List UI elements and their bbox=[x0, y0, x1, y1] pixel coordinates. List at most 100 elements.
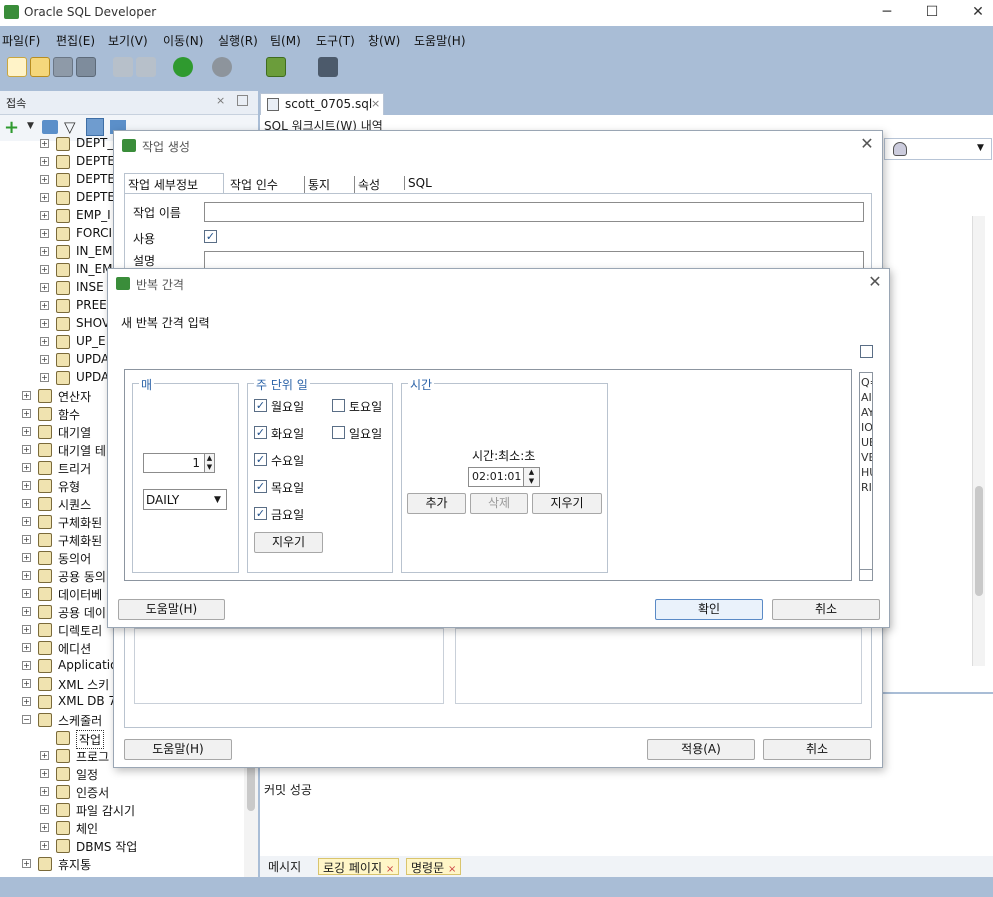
expand-icon[interactable]: + bbox=[40, 211, 49, 220]
minimize-panel-icon[interactable] bbox=[237, 95, 248, 106]
new-icon[interactable] bbox=[7, 57, 27, 77]
expand-icon[interactable]: + bbox=[40, 139, 49, 148]
redo-icon[interactable] bbox=[136, 57, 156, 77]
tab-statements[interactable]: 명령문 × bbox=[406, 858, 462, 875]
tab-sql[interactable]: SQL bbox=[404, 176, 432, 190]
close-tab-icon[interactable]: × bbox=[371, 97, 380, 110]
expand-icon[interactable]: + bbox=[40, 319, 49, 328]
expand-icon[interactable]: + bbox=[40, 751, 49, 760]
expand-icon[interactable]: + bbox=[40, 823, 49, 832]
expand-icon[interactable]: + bbox=[40, 301, 49, 310]
connection-select[interactable]: ▼ bbox=[884, 138, 992, 160]
chevron-down-icon[interactable]: ▼ bbox=[27, 121, 34, 131]
tab-job-details[interactable]: 작업 세부정보 bbox=[124, 173, 224, 193]
every-input[interactable]: 1 bbox=[143, 453, 205, 473]
expand-icon[interactable]: + bbox=[22, 409, 31, 418]
help-button[interactable]: 도움말(H) bbox=[118, 599, 225, 620]
frequency-select[interactable]: DAILY ▼ bbox=[143, 489, 227, 510]
add-time-button[interactable]: 추가 bbox=[407, 493, 466, 514]
close-panel-icon[interactable]: × bbox=[216, 94, 225, 107]
expand-icon[interactable]: + bbox=[40, 355, 49, 364]
saturday-checkbox[interactable] bbox=[332, 399, 345, 412]
expand-icon[interactable]: + bbox=[22, 499, 31, 508]
expand-icon[interactable]: + bbox=[22, 859, 31, 868]
clear-days-button[interactable]: 지우기 bbox=[254, 532, 323, 553]
enabled-checkbox[interactable]: ✓ bbox=[204, 230, 217, 243]
interval-option-checkbox[interactable] bbox=[860, 345, 873, 358]
expand-icon[interactable]: + bbox=[22, 427, 31, 436]
time-stepper[interactable]: ▲ ▼ bbox=[523, 467, 540, 487]
menu-view[interactable]: 보기(V) bbox=[108, 32, 148, 49]
expand-icon[interactable]: + bbox=[22, 535, 31, 544]
maximize-button[interactable]: ☐ bbox=[921, 2, 943, 22]
tab-notification[interactable]: 통지 bbox=[304, 176, 330, 193]
expand-icon[interactable]: + bbox=[40, 157, 49, 166]
clear-time-button[interactable]: 지우기 bbox=[532, 493, 602, 514]
tab-scott-sql[interactable]: scott_0705.sql × bbox=[260, 93, 384, 115]
expand-icon[interactable]: + bbox=[22, 697, 31, 706]
expand-icon[interactable]: + bbox=[22, 463, 31, 472]
preview-scroll-button[interactable] bbox=[860, 569, 872, 579]
back-icon[interactable] bbox=[173, 57, 193, 77]
close-window-button[interactable]: ✕ bbox=[967, 2, 989, 22]
expand-icon[interactable]: + bbox=[22, 661, 31, 670]
apply-button[interactable]: 적용(A) bbox=[647, 739, 755, 760]
expand-icon[interactable]: + bbox=[40, 283, 49, 292]
expand-icon[interactable]: + bbox=[22, 391, 31, 400]
menu-team[interactable]: 팀(M) bbox=[270, 32, 301, 49]
delete-time-button[interactable]: 삭제 bbox=[470, 493, 528, 514]
editor-scroll-thumb[interactable] bbox=[975, 486, 983, 596]
expand-icon[interactable]: + bbox=[40, 841, 49, 850]
friday-checkbox[interactable]: ✓ bbox=[254, 507, 267, 520]
menu-file[interactable]: 파일(F) bbox=[2, 32, 40, 49]
schema-browser-icon[interactable] bbox=[86, 118, 104, 136]
editor-text-area[interactable] bbox=[882, 216, 972, 676]
expand-icon[interactable]: + bbox=[22, 571, 31, 580]
expand-icon[interactable]: + bbox=[22, 517, 31, 526]
monday-checkbox[interactable]: ✓ bbox=[254, 399, 267, 412]
expand-icon[interactable]: + bbox=[40, 787, 49, 796]
expand-icon[interactable]: + bbox=[22, 643, 31, 652]
expand-icon[interactable]: + bbox=[22, 589, 31, 598]
expand-icon[interactable]: + bbox=[40, 175, 49, 184]
help-button[interactable]: 도움말(H) bbox=[124, 739, 232, 760]
find-icon[interactable] bbox=[318, 57, 338, 77]
thursday-checkbox[interactable]: ✓ bbox=[254, 480, 267, 493]
menu-navigate[interactable]: 이동(N) bbox=[163, 32, 203, 49]
forward-icon[interactable] bbox=[212, 57, 232, 77]
interval-preview-list[interactable]: Q= AI AY IO UE VE HU RI bbox=[859, 372, 873, 581]
save-all-icon[interactable] bbox=[76, 57, 96, 77]
time-input[interactable]: 02:01:01 bbox=[468, 467, 524, 487]
wednesday-checkbox[interactable]: ✓ bbox=[254, 453, 267, 466]
menu-tools[interactable]: 도구(T) bbox=[316, 32, 355, 49]
expand-icon[interactable]: + bbox=[22, 445, 31, 454]
menu-run[interactable]: 실행(R) bbox=[218, 32, 258, 49]
menu-edit[interactable]: 편집(E) bbox=[56, 32, 95, 49]
open-icon[interactable] bbox=[30, 57, 50, 77]
expand-icon[interactable]: + bbox=[40, 337, 49, 346]
expand-icon[interactable]: + bbox=[40, 265, 49, 274]
filter-icon[interactable]: ▽ bbox=[64, 118, 76, 136]
tab-job-arguments[interactable]: 작업 인수 bbox=[230, 176, 278, 193]
tuesday-checkbox[interactable]: ✓ bbox=[254, 426, 267, 439]
expand-icon[interactable]: + bbox=[22, 679, 31, 688]
ok-button[interactable]: 확인 bbox=[655, 599, 763, 620]
tree-item[interactable]: + 파일 감시기 bbox=[0, 801, 258, 819]
undo-icon[interactable] bbox=[113, 57, 133, 77]
every-stepper[interactable]: ▲ ▼ bbox=[204, 453, 215, 473]
minimize-button[interactable]: ─ bbox=[876, 2, 898, 22]
tab-messages[interactable]: 메시지 bbox=[264, 858, 305, 875]
expand-icon[interactable]: + bbox=[40, 373, 49, 382]
cancel-button[interactable]: 취소 bbox=[763, 739, 871, 760]
expand-icon[interactable]: + bbox=[40, 229, 49, 238]
job-name-input[interactable] bbox=[204, 202, 864, 222]
tree-item[interactable]: + 휴지통 bbox=[0, 855, 258, 873]
tree-item[interactable]: + 인증서 bbox=[0, 783, 258, 801]
close-icon[interactable]: ✕ bbox=[866, 273, 884, 291]
editor-scrollbar[interactable] bbox=[972, 216, 985, 666]
expand-icon[interactable]: + bbox=[22, 481, 31, 490]
close-icon[interactable]: ✕ bbox=[858, 135, 876, 153]
close-tab-icon[interactable]: × bbox=[386, 864, 394, 875]
close-tab-icon[interactable]: × bbox=[448, 864, 456, 875]
sql-icon[interactable] bbox=[266, 57, 286, 77]
